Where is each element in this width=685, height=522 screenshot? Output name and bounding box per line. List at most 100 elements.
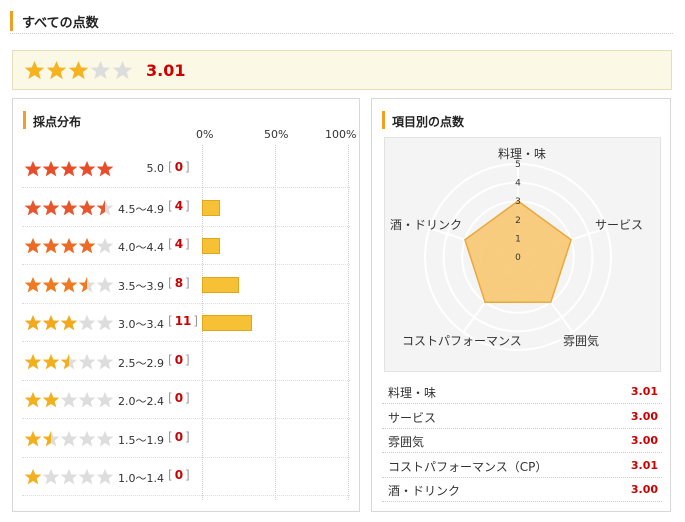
star-full-icon [60,160,78,177]
review-count[interactable]: [0] [168,468,190,482]
distribution-row: 2.5～2.9 [0] [22,343,350,381]
star-empty-icon [96,237,114,254]
star-empty-icon [60,468,78,485]
star-full-icon [42,314,60,331]
item-score-row: サービス 3.00 [382,404,662,429]
score-range: 1.5～1.9 [118,433,164,447]
star-empty-icon [60,430,78,446]
item-score: 3.00 [630,434,658,447]
review-count[interactable]: [4] [168,237,190,251]
star-full-icon [68,61,89,80]
score-range: 3.5～3.9 [118,279,164,293]
item-score: 3.00 [630,483,658,496]
distribution-title-accent [23,111,26,129]
review-count-value[interactable]: 0 [173,468,185,482]
review-count-value[interactable]: 11 [173,314,194,328]
item-score: 3.00 [630,409,658,423]
star-half-icon [96,199,114,215]
star-empty-icon [96,353,114,369]
star-full-icon [24,353,42,369]
star-full-icon [60,276,78,292]
page-title: すべての点数 [22,16,99,31]
review-count-value[interactable]: 8 [173,276,185,290]
distribution-row: 5.0[0] [22,150,350,188]
review-count-value[interactable]: 0 [173,430,185,444]
distribution-row: 2.0～2.4 [0] [22,381,350,419]
star-full-icon [24,468,42,485]
review-count-value[interactable]: 4 [173,237,185,251]
score-range: 2.0～2.4 [118,395,164,408]
star-full-icon [42,199,60,215]
item-scores-panel: 項目別の点数 012345 料理・味 サービス 雰囲気 コストパフォーマンス 酒… [371,98,671,512]
review-count-value[interactable]: 0 [173,391,185,405]
items-title-text: 項目別の点数 [392,115,465,129]
star-full-icon [78,160,96,177]
star-empty-icon [96,314,114,331]
item-score-row: 料理・味 3.01 [382,379,662,404]
score-range: 4.5～4.9 [118,202,164,216]
radar-axis-label: 料理・味 [498,147,547,161]
radar-scale-label: 2 [515,216,521,226]
review-count[interactable]: [0] [168,160,190,174]
item-score: 3.01 [630,385,658,398]
score-range: 4.0～4.4 [118,241,164,254]
review-count[interactable]: [0] [168,391,190,405]
star-full-icon [24,160,42,177]
star-full-icon [42,276,60,292]
star-empty-icon [78,314,96,331]
row-stars [24,276,114,294]
star-empty-icon [78,430,96,446]
star-half-icon [78,276,96,292]
star-full-icon [42,353,60,369]
item-name: サービス [388,410,437,425]
overall-rating-box: 3.01 [12,50,672,90]
item-score-row: コストパフォーマンス（CP） 3.01 [382,453,662,478]
distribution-row: 1.0～1.4 [0] [22,458,350,496]
star-full-icon [78,237,96,254]
radar-scale-label: 3 [515,197,521,207]
star-full-icon [24,199,42,215]
star-full-icon [24,61,45,80]
star-empty-icon [78,391,96,408]
review-count[interactable]: [0] [168,430,190,444]
item-name: コストパフォーマンス（CP） [388,459,548,474]
star-full-icon [42,391,60,408]
distribution-title-text: 採点分布 [33,115,82,129]
item-score: 3.01 [630,458,658,472]
score-range: 1.0～1.4 [118,472,164,485]
star-empty-icon [96,430,114,446]
review-count[interactable]: [8] [168,276,190,290]
item-name: 料理・味 [388,386,437,400]
row-stars [24,468,114,486]
review-count-value[interactable]: 0 [173,160,185,174]
distribution-row: 1.5～1.9 [0] [22,420,350,458]
star-full-icon [42,237,60,254]
item-score-row: 酒・ドリンク 3.00 [382,477,662,502]
distribution-row: 4.5～4.9 [4] [22,189,350,227]
review-count[interactable]: [4] [168,199,190,213]
row-stars [24,353,114,371]
radar-axis-label: 雰囲気 [563,334,600,348]
row-stars [24,160,114,178]
score-range: 3.0～3.4 [118,318,164,331]
review-count-value[interactable]: 0 [173,353,185,367]
distribution-bar [202,238,220,254]
star-full-icon [46,61,67,80]
axis-label-50: 50% [264,128,289,141]
score-range: 5.0 [146,162,165,175]
header-accent-bar [10,11,13,31]
row-stars [24,199,114,217]
star-empty-icon [78,353,96,369]
item-name: 雰囲気 [388,435,425,449]
page-header: すべての点数 [10,10,673,34]
star-full-icon [60,237,78,254]
review-count[interactable]: [0] [168,353,190,367]
distribution-row: 4.0～4.4 [4] [22,227,350,265]
review-count-value[interactable]: 4 [173,199,185,213]
star-full-icon [24,430,42,446]
distribution-row: 3.0～3.4 [11] [22,304,350,342]
star-empty-icon [96,391,114,408]
radar-scale-label: 4 [515,179,521,189]
review-count[interactable]: [11] [168,314,198,328]
star-half-icon [60,353,78,369]
